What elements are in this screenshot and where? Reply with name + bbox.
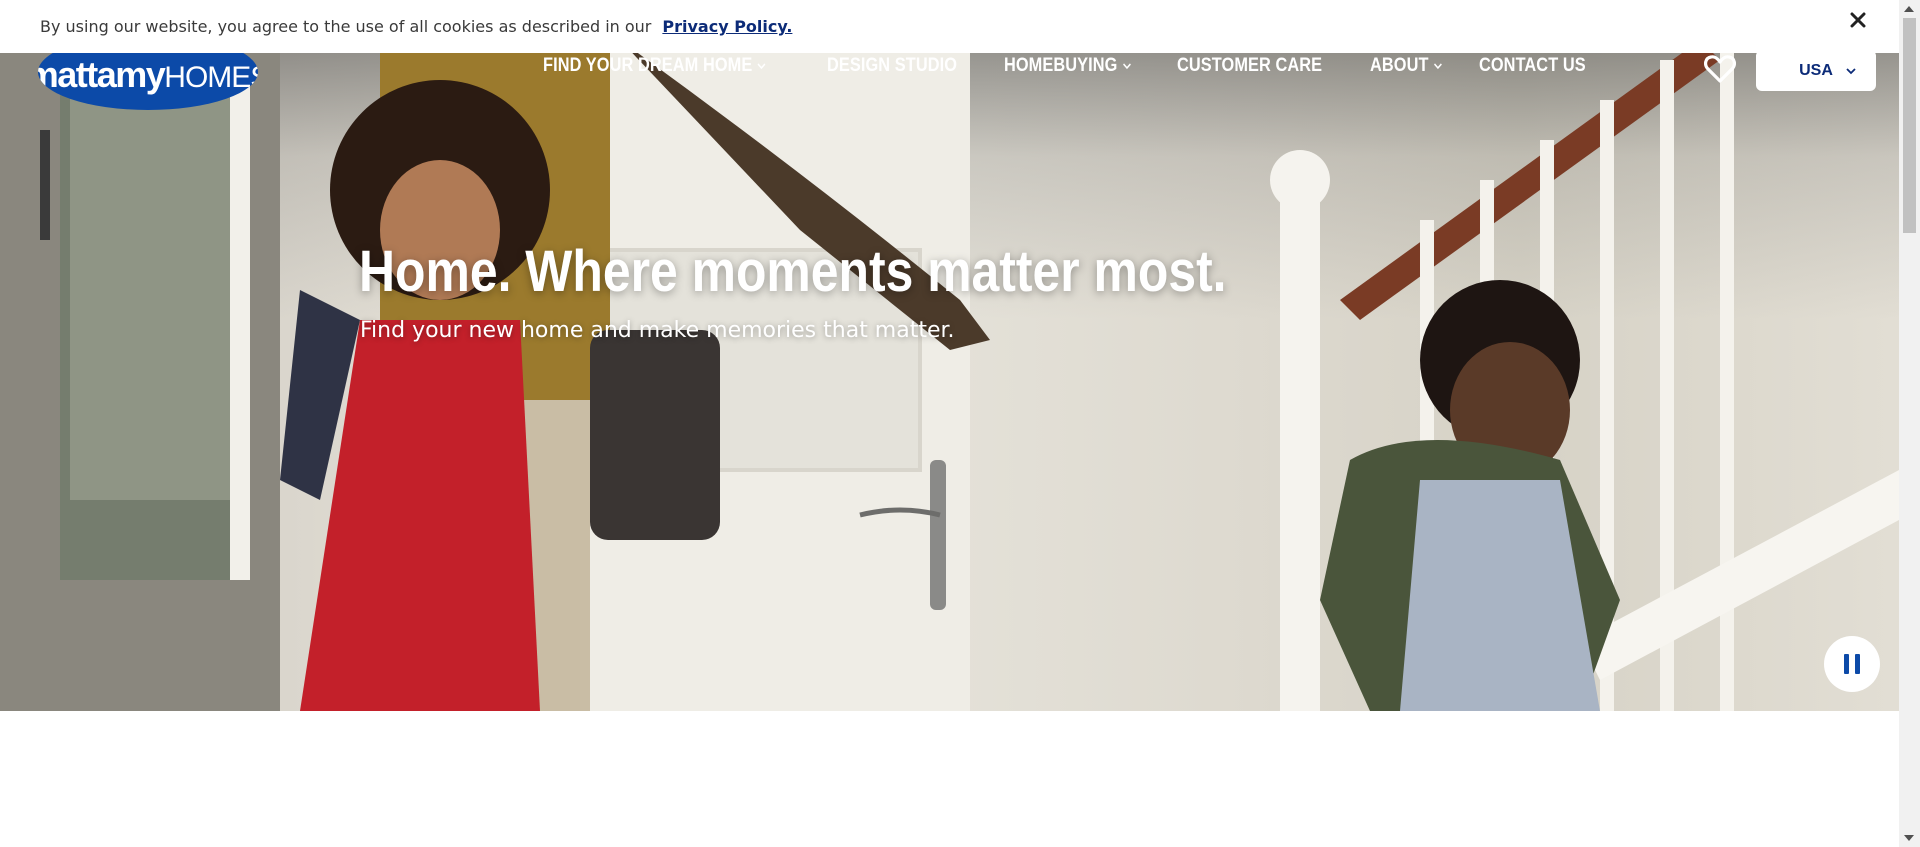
main-nav: FIND YOUR DREAM HOME DESIGN STUDIO HOMEB… [543,53,1629,79]
chevron-down-icon [757,63,766,70]
nav-item-label: HOMEBUYING [1003,55,1118,76]
nav-item-label: DESIGN STUDIO [827,55,958,76]
chevron-down-icon [1434,63,1443,70]
scroll-up-arrow-icon[interactable] [1904,6,1914,12]
nav-item-label: ABOUT [1370,55,1429,76]
hero-subtitle: Find your new home and make memories tha… [360,318,955,343]
nav-find-your-dream-home[interactable]: FIND YOUR DREAM HOME [543,53,766,79]
nav-contact-us[interactable]: CONTACT US [1479,53,1586,79]
hero-title: Home. Where moments matter most. [359,239,1227,304]
pause-icon [1844,654,1849,674]
chevron-down-icon [1122,63,1131,70]
nav-item-label: CONTACT US [1479,55,1587,76]
country-selector-label: USA [1799,61,1833,79]
logo-wordmark-suffix: HOMES [164,61,258,94]
close-icon[interactable] [1845,7,1871,33]
nav-about[interactable]: ABOUT [1370,53,1443,79]
page-scrollbar[interactable] [1899,0,1920,847]
pause-video-button[interactable] [1824,636,1880,692]
hero-background-video [0,0,1899,711]
cookie-banner: By using our website, you agree to the u… [0,0,1899,53]
nav-customer-care[interactable]: CUSTOMER CARE [1177,53,1322,79]
country-selector[interactable]: USA [1756,50,1876,91]
nav-item-label: FIND YOUR DREAM HOME [543,55,753,76]
nav-design-studio[interactable]: DESIGN STUDIO [827,53,957,79]
hero-banner [0,0,1899,711]
scroll-down-arrow-icon[interactable] [1904,835,1914,841]
scroll-thumb[interactable] [1903,18,1916,233]
chevron-down-icon [1846,68,1856,75]
nav-item-label: CUSTOMER CARE [1176,55,1322,76]
cookie-message: By using our website, you agree to the u… [40,17,652,36]
heart-icon[interactable] [1704,54,1736,84]
nav-homebuying[interactable]: HOMEBUYING [1004,53,1131,79]
logo-wordmark: mattamy [38,54,166,95]
privacy-policy-link[interactable]: Privacy Policy. [662,17,792,36]
